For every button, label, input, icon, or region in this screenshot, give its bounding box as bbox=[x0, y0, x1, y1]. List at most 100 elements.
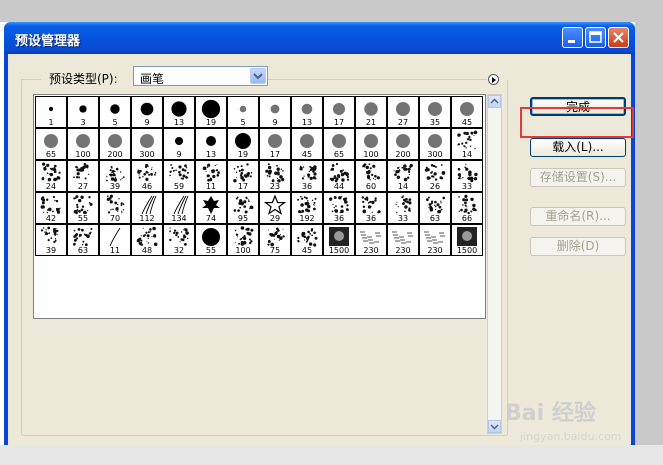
brush-tip-icon bbox=[395, 195, 412, 214]
brush-preset[interactable]: 33 bbox=[451, 160, 483, 192]
brush-preset[interactable]: 100 bbox=[67, 128, 99, 160]
brush-preset[interactable]: 55 bbox=[195, 224, 227, 256]
brush-preset[interactable]: 35 bbox=[419, 96, 451, 128]
brush-preset[interactable]: 46 bbox=[131, 160, 163, 192]
brush-preset[interactable]: 63 bbox=[67, 224, 99, 256]
brush-size-label: 45 bbox=[461, 118, 473, 127]
scroll-down-icon[interactable] bbox=[488, 420, 501, 433]
brush-preset[interactable]: 11 bbox=[99, 224, 131, 256]
brush-tip-icon bbox=[106, 166, 125, 182]
brush-preset[interactable]: 74 bbox=[195, 192, 227, 224]
brush-preset[interactable]: 230 bbox=[355, 224, 387, 256]
brush-preset[interactable]: 63 bbox=[419, 192, 451, 224]
brush-preset[interactable]: 27 bbox=[67, 160, 99, 192]
brush-preset[interactable]: 1500 bbox=[323, 224, 355, 256]
brush-preset[interactable]: 42 bbox=[35, 192, 67, 224]
delete-button[interactable]: 删除(D) bbox=[530, 237, 626, 256]
brush-preset[interactable]: 36 bbox=[291, 160, 323, 192]
maximize-button[interactable] bbox=[585, 27, 606, 48]
brush-preset[interactable]: 45 bbox=[291, 128, 323, 160]
brush-preset[interactable]: 5 bbox=[227, 96, 259, 128]
brush-tip-icon bbox=[329, 162, 350, 183]
save-settings-button[interactable]: 存储设置(S)... bbox=[530, 168, 626, 187]
brush-preset[interactable]: 13 bbox=[163, 96, 195, 128]
brush-preset[interactable]: 65 bbox=[35, 128, 67, 160]
brush-preset[interactable]: 27 bbox=[387, 96, 419, 128]
brush-preset[interactable]: 5 bbox=[99, 96, 131, 128]
title-bar[interactable]: 预设管理器 bbox=[4, 22, 635, 54]
brush-preset[interactable]: 39 bbox=[35, 224, 67, 256]
brush-preset[interactable]: 11 bbox=[195, 160, 227, 192]
rename-button[interactable]: 重命名(R)... bbox=[530, 207, 626, 226]
brush-preset[interactable]: 70 bbox=[99, 192, 131, 224]
brush-preset[interactable]: 200 bbox=[387, 128, 419, 160]
brush-preset[interactable]: 9 bbox=[131, 96, 163, 128]
brush-preset[interactable]: 45 bbox=[451, 96, 483, 128]
brush-tip-icon bbox=[201, 99, 221, 119]
brush-preset[interactable]: 21 bbox=[355, 96, 387, 128]
brush-preset[interactable]: 39 bbox=[99, 160, 131, 192]
brush-preset[interactable]: 300 bbox=[131, 128, 163, 160]
brush-size-label: 230 bbox=[395, 246, 411, 255]
load-button[interactable]: 载入(L)... bbox=[530, 138, 626, 157]
brush-preset[interactable]: 17 bbox=[323, 96, 355, 128]
brush-grid[interactable]: 1 3 5 9 13 19 5 9 13 17 21 27 35 45 65 100 200 300 9 13 19 17… bbox=[33, 94, 486, 319]
brush-preset[interactable]: 36 bbox=[323, 192, 355, 224]
brush-preset[interactable]: 17 bbox=[259, 128, 291, 160]
menu-arrow-icon[interactable] bbox=[488, 74, 499, 85]
brush-preset[interactable]: 192 bbox=[291, 192, 323, 224]
brush-tip-icon bbox=[332, 102, 346, 116]
brush-preset[interactable]: 59 bbox=[163, 160, 195, 192]
brush-preset[interactable]: 13 bbox=[291, 96, 323, 128]
preset-type-select[interactable]: 画笔 bbox=[133, 66, 268, 86]
brush-preset[interactable]: 23 bbox=[259, 160, 291, 192]
brush-size-label: 39 bbox=[45, 246, 57, 255]
brush-preset[interactable]: 100 bbox=[227, 224, 259, 256]
brush-preset[interactable]: 45 bbox=[291, 224, 323, 256]
brush-preset[interactable]: 14 bbox=[451, 128, 483, 160]
brush-preset[interactable]: 300 bbox=[419, 128, 451, 160]
brush-preset[interactable]: 13 bbox=[195, 128, 227, 160]
brush-preset[interactable]: 1 bbox=[35, 96, 67, 128]
brush-preset[interactable]: 112 bbox=[131, 192, 163, 224]
brush-preset[interactable]: 26 bbox=[419, 160, 451, 192]
brush-preset[interactable]: 95 bbox=[227, 192, 259, 224]
brush-preset[interactable]: 100 bbox=[355, 128, 387, 160]
brush-size-label: 63 bbox=[429, 214, 441, 223]
brush-preset[interactable]: 17 bbox=[227, 160, 259, 192]
brush-tip-icon bbox=[300, 134, 314, 148]
brush-size-label: 75 bbox=[269, 246, 281, 255]
brush-size-label: 9 bbox=[176, 150, 182, 159]
brush-preset[interactable]: 134 bbox=[163, 192, 195, 224]
brush-preset[interactable]: 75 bbox=[259, 224, 291, 256]
brush-preset[interactable]: 9 bbox=[259, 96, 291, 128]
brush-preset[interactable]: 230 bbox=[419, 224, 451, 256]
brush-preset[interactable]: 60 bbox=[355, 160, 387, 192]
brush-preset[interactable]: 19 bbox=[195, 96, 227, 128]
brush-preset[interactable]: 200 bbox=[99, 128, 131, 160]
brush-preset[interactable]: 14 bbox=[387, 160, 419, 192]
scroll-up-icon[interactable] bbox=[488, 95, 501, 108]
brush-tip-icon bbox=[109, 227, 121, 247]
brush-preset[interactable]: 44 bbox=[323, 160, 355, 192]
brush-tip-icon bbox=[110, 104, 120, 114]
dropdown-arrow-icon[interactable] bbox=[250, 68, 266, 84]
brush-preset[interactable]: 19 bbox=[227, 128, 259, 160]
brush-preset[interactable]: 32 bbox=[163, 224, 195, 256]
brush-preset[interactable]: 29 bbox=[259, 192, 291, 224]
brush-preset[interactable]: 65 bbox=[323, 128, 355, 160]
brush-preset[interactable]: 55 bbox=[67, 192, 99, 224]
vertical-scrollbar[interactable] bbox=[487, 94, 502, 434]
brush-preset[interactable]: 230 bbox=[387, 224, 419, 256]
brush-preset[interactable]: 24 bbox=[35, 160, 67, 192]
brush-preset[interactable]: 1500 bbox=[451, 224, 483, 256]
close-button[interactable] bbox=[608, 27, 629, 48]
brush-preset[interactable]: 48 bbox=[131, 224, 163, 256]
brush-preset[interactable]: 9 bbox=[163, 128, 195, 160]
brush-preset[interactable]: 33 bbox=[387, 192, 419, 224]
brush-preset[interactable]: 36 bbox=[355, 192, 387, 224]
minimize-button[interactable] bbox=[562, 27, 583, 48]
brush-preset[interactable]: 3 bbox=[67, 96, 99, 128]
brush-tip-icon bbox=[364, 102, 378, 116]
brush-preset[interactable]: 66 bbox=[451, 192, 483, 224]
